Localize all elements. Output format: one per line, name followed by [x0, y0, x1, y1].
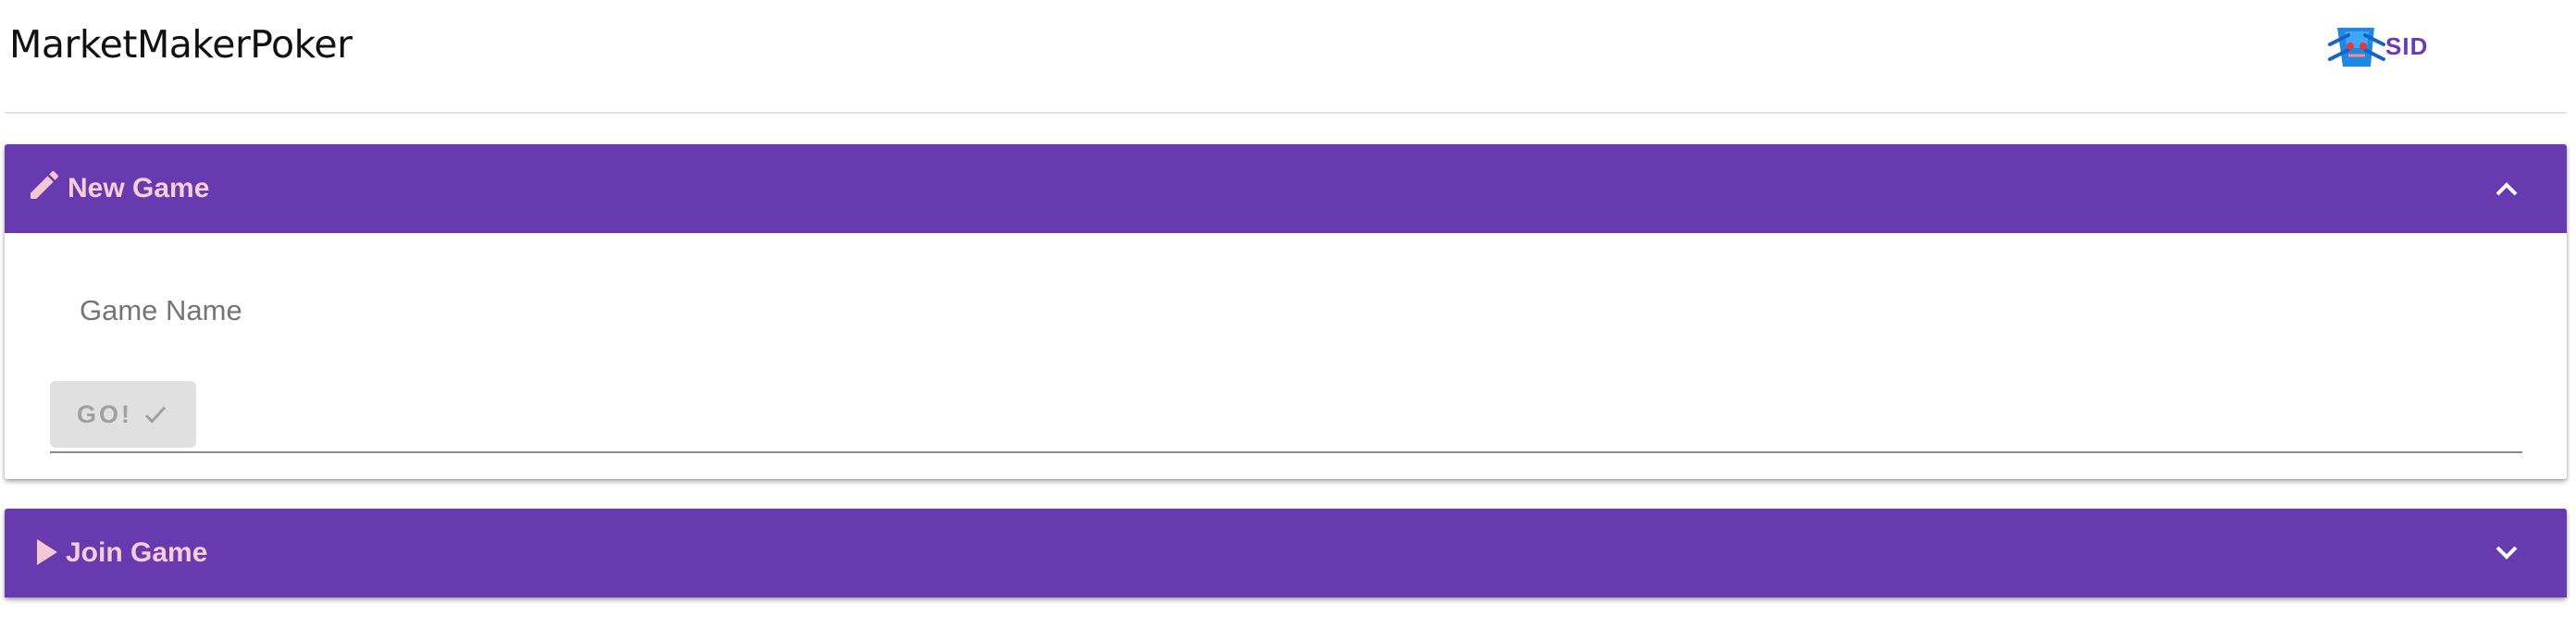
pencil-icon — [31, 170, 59, 199]
play-icon — [37, 539, 57, 565]
new-game-panel: New Game Game Name GO! — [5, 144, 2567, 479]
go-button[interactable]: GO! — [50, 381, 196, 448]
game-name-label[interactable]: Game Name — [80, 294, 242, 327]
user-menu[interactable]: SID — [2328, 18, 2428, 74]
join-game-panel: Join Game — [5, 509, 2567, 597]
user-name: SID — [2385, 31, 2429, 60]
top-bar: MarketMakerPoker SID — [0, 0, 2576, 92]
app-title: MarketMakerPoker — [9, 22, 353, 67]
go-button-label: GO! — [77, 400, 132, 428]
header-divider — [5, 112, 2567, 114]
sid-logo-icon — [2328, 28, 2385, 67]
join-game-title: Join Game — [66, 537, 208, 568]
new-game-header[interactable]: New Game — [5, 144, 2567, 233]
game-name-field[interactable] — [50, 451, 2522, 453]
new-game-title: New Game — [68, 173, 210, 203]
new-game-form: Game Name — [5, 233, 2567, 479]
check-icon — [144, 406, 167, 424]
chevron-up-icon[interactable] — [2493, 178, 2520, 200]
join-game-header[interactable]: Join Game — [5, 509, 2567, 597]
chevron-down-icon[interactable] — [2493, 542, 2520, 564]
